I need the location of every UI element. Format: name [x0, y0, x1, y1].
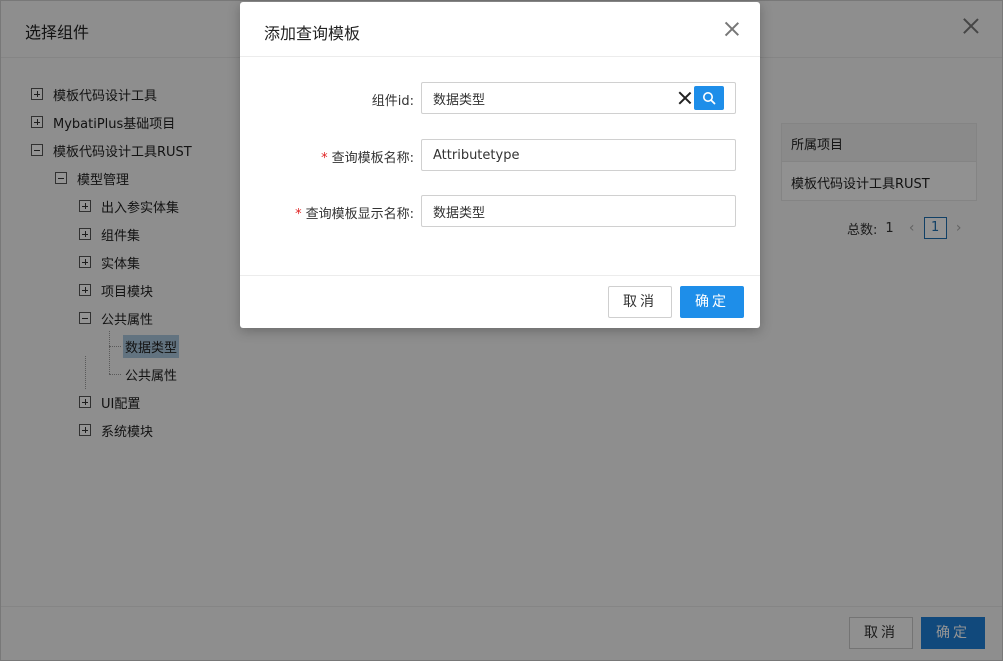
- modal-header: 添加查询模板: [240, 2, 760, 57]
- label-text: 查询模板显示名称:: [305, 207, 414, 222]
- label-text: 组件id:: [371, 94, 414, 109]
- template-display-name-input[interactable]: [421, 195, 736, 227]
- confirm-button[interactable]: 确定: [680, 286, 744, 318]
- component-id-label: 组件id:: [372, 90, 414, 109]
- cancel-button[interactable]: 取消: [608, 286, 672, 318]
- required-mark: *: [321, 151, 328, 166]
- required-mark: *: [295, 207, 302, 222]
- template-display-name-row: * 查询模板显示名称:: [240, 195, 760, 229]
- search-button[interactable]: [694, 86, 724, 110]
- template-name-input[interactable]: [421, 139, 736, 171]
- add-query-template-modal: 添加查询模板 组件id: *查询模板名称: *查询模板显示名称: 取消 确定: [240, 2, 760, 328]
- clear-icon[interactable]: [678, 91, 692, 105]
- template-display-name-label: * 查询模板显示名称:: [295, 203, 414, 222]
- template-name-label: * 查询模板名称:: [321, 147, 414, 166]
- search-icon: [703, 92, 716, 105]
- modal-title: 添加查询模板: [264, 24, 361, 43]
- close-icon[interactable]: [724, 21, 740, 37]
- component-id-row: 组件id:: [240, 82, 760, 116]
- template-name-row: * 查询模板名称:: [240, 139, 760, 173]
- label-text: 查询模板名称:: [331, 151, 414, 166]
